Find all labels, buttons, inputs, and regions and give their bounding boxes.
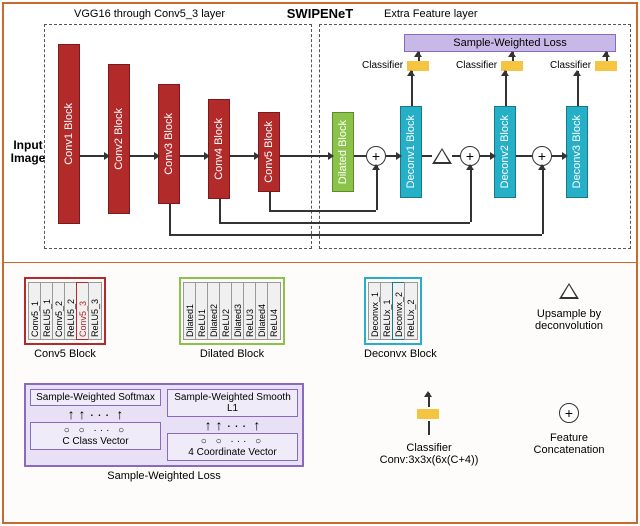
conv2-block: Conv2 Block	[108, 64, 130, 214]
diagram-frame: SWIPENeT VGG16 through Conv5_3 layer Ext…	[2, 2, 638, 524]
legend-dilated: Dilated1 ReLU1 Dilated2 ReLU2 Dilated3 R…	[179, 277, 285, 360]
legend-swl: Sample-Weighted Softmax ↑ ↑ ··· ↑ ○ ○ ··…	[24, 383, 304, 482]
section-label-left: VGG16 through Conv5_3 layer	[74, 8, 225, 20]
classifier-label-2: Classifier	[456, 60, 497, 71]
classifier-label-3: Classifier	[550, 60, 591, 71]
model-title: SWIPENeT	[287, 6, 353, 21]
section-label-right: Extra Feature layer	[384, 8, 478, 20]
classifier-box-3	[595, 61, 617, 71]
conv5-block: Conv5 Block	[258, 112, 280, 192]
concat-op-2: +	[460, 146, 480, 166]
legend-concat: + Feature Concatenation	[514, 403, 624, 456]
upsample-op-1	[432, 148, 452, 164]
triangle-icon	[559, 283, 579, 299]
deconv1-block: Deconv1 Block	[400, 106, 422, 198]
legend-conv5: Conv5_1 ReLU5_1 Conv5_2 ReLU5_2 Conv5_3 …	[24, 277, 106, 360]
legend-upsample: Upsample by deconvolution	[514, 281, 624, 332]
classifier-icon	[417, 409, 439, 419]
classifier-label-1: Classifier	[362, 60, 403, 71]
circle-plus-icon: +	[559, 403, 579, 423]
architecture-panel: SWIPENeT VGG16 through Conv5_3 layer Ext…	[4, 4, 636, 262]
conv4-block: Conv4 Block	[208, 99, 230, 199]
legend-classifier: Classifier Conv:3x3x(6x(C+4))	[364, 393, 494, 466]
legend-panel: Conv5_1 ReLU5_1 Conv5_2 ReLU5_2 Conv5_3 …	[4, 262, 636, 522]
deconv2-block: Deconv2 Block	[494, 106, 516, 198]
loss-box: Sample-Weighted Loss	[404, 34, 616, 52]
legend-deconv: Deconvx_1 ReLUx_1 Deconvx_2 ReLUx_2 Deco…	[364, 277, 437, 360]
conv1-block: Conv1 Block	[58, 44, 80, 224]
input-label: Input Image	[8, 139, 48, 165]
concat-op-1: +	[366, 146, 386, 166]
concat-op-3: +	[532, 146, 552, 166]
dilated-block: Dilated Block	[332, 112, 354, 192]
deconv3-block: Deconv3 Block	[566, 106, 588, 198]
conv3-block: Conv3 Block	[158, 84, 180, 204]
